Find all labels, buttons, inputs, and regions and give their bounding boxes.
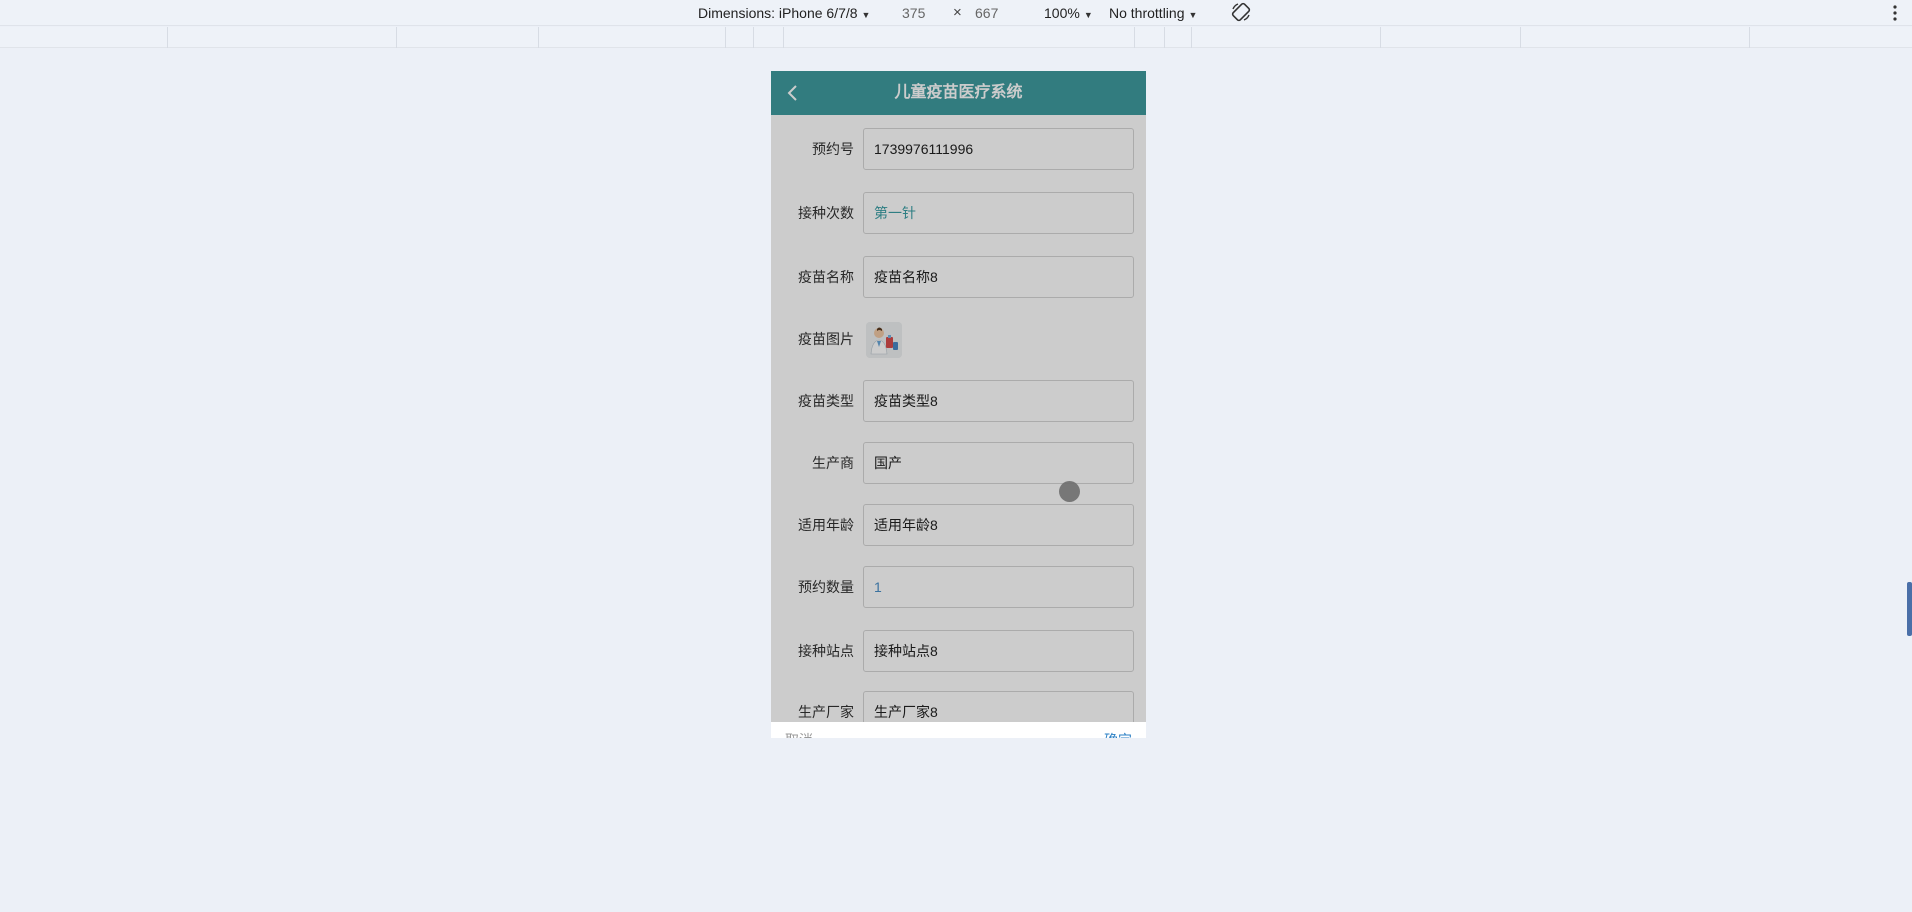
zoom-label: 100% bbox=[1044, 5, 1080, 21]
vaccine-image[interactable] bbox=[866, 322, 902, 358]
devtools-device-toolbar: Dimensions: iPhone 6/7/8 ▼ 375 × 667 100%… bbox=[0, 0, 1912, 26]
ruler-tick bbox=[1134, 27, 1135, 48]
app-header: 儿童疫苗医疗系统 bbox=[771, 71, 1146, 115]
ruler-tick bbox=[396, 27, 397, 48]
cancel-button[interactable]: 取消 bbox=[785, 730, 813, 738]
chevron-down-icon: ▼ bbox=[861, 10, 871, 20]
form-row-appointment-quantity: 预约数量 1 bbox=[771, 566, 1146, 608]
appointment-form: 预约号 1739976111996 接种次数 第一针 疫苗名称 疫苗名称8 疫苗… bbox=[771, 115, 1146, 733]
width-input[interactable]: 375 bbox=[902, 3, 925, 23]
ruler-tick bbox=[1164, 27, 1165, 48]
form-row-vaccination-site: 接种站点 接种站点8 bbox=[771, 630, 1146, 672]
field-label: 预约号 bbox=[812, 141, 854, 157]
confirm-button[interactable]: 确定 bbox=[1104, 730, 1132, 738]
vaccine-name-field[interactable]: 疫苗名称8 bbox=[863, 256, 1134, 298]
form-row-dose-number: 接种次数 第一针 bbox=[771, 192, 1146, 234]
times-icon: × bbox=[953, 4, 962, 21]
media-query-ruler bbox=[0, 27, 1912, 48]
device-selector-label: Dimensions: iPhone 6/7/8 bbox=[698, 5, 858, 21]
phone-viewport: 儿童疫苗医疗系统 预约号 1739976111996 接种次数 第一针 疫苗名称… bbox=[771, 71, 1146, 738]
ruler-tick bbox=[1191, 27, 1192, 48]
ruler-tick bbox=[725, 27, 726, 48]
back-arrow-icon[interactable] bbox=[783, 83, 803, 103]
field-label: 疫苗名称 bbox=[798, 269, 854, 285]
form-row-vaccine-image: 疫苗图片 bbox=[771, 318, 1146, 360]
appointment-no-field[interactable]: 1739976111996 bbox=[863, 128, 1134, 170]
touch-cursor-indicator bbox=[1059, 481, 1080, 502]
throttling-selector[interactable]: No throttling ▼ bbox=[1109, 3, 1197, 23]
ruler-tick bbox=[1380, 27, 1381, 48]
ruler-tick bbox=[783, 27, 784, 48]
appointment-quantity-input[interactable]: 1 bbox=[863, 566, 1134, 608]
height-input[interactable]: 667 bbox=[975, 3, 998, 23]
ruler-tick bbox=[167, 27, 168, 48]
field-label: 疫苗图片 bbox=[798, 331, 854, 347]
device-selector[interactable]: Dimensions: iPhone 6/7/8 ▼ bbox=[698, 3, 870, 23]
field-label: 预约数量 bbox=[798, 579, 854, 595]
manufacturer-origin-field[interactable]: 国产 bbox=[863, 442, 1134, 484]
ruler-tick bbox=[1520, 27, 1521, 48]
field-label: 接种次数 bbox=[798, 205, 854, 221]
rotate-icon[interactable] bbox=[1229, 0, 1253, 24]
form-row-manufacturer-origin: 生产商 国产 bbox=[771, 442, 1146, 484]
zoom-selector[interactable]: 100% ▼ bbox=[1044, 3, 1093, 23]
applicable-age-field[interactable]: 适用年龄8 bbox=[863, 504, 1134, 546]
form-row-vaccine-name: 疫苗名称 疫苗名称8 bbox=[771, 256, 1146, 298]
page-title: 儿童疫苗医疗系统 bbox=[894, 84, 1023, 101]
popup-footer: 取消 确定 bbox=[771, 722, 1146, 738]
more-options-icon[interactable] bbox=[1890, 2, 1900, 24]
form-row-vaccine-type: 疫苗类型 疫苗类型8 bbox=[771, 380, 1146, 422]
field-label: 生产商 bbox=[812, 455, 854, 471]
field-label: 接种站点 bbox=[798, 643, 854, 659]
ruler-tick bbox=[1749, 27, 1750, 48]
throttling-label: No throttling bbox=[1109, 5, 1185, 21]
form-row-appointment-no: 预约号 1739976111996 bbox=[771, 128, 1146, 170]
chevron-down-icon: ▼ bbox=[1188, 10, 1198, 20]
chevron-down-icon: ▼ bbox=[1083, 10, 1093, 20]
ruler-tick bbox=[538, 27, 539, 48]
vaccination-site-field[interactable]: 接种站点8 bbox=[863, 630, 1134, 672]
vaccine-type-field[interactable]: 疫苗类型8 bbox=[863, 380, 1134, 422]
scrollbar-handle[interactable] bbox=[1907, 582, 1912, 636]
dose-number-select[interactable]: 第一针 bbox=[863, 192, 1134, 234]
field-label: 适用年龄 bbox=[798, 517, 854, 533]
doctor-illustration-icon bbox=[866, 322, 902, 358]
form-row-applicable-age: 适用年龄 适用年龄8 bbox=[771, 504, 1146, 546]
field-label: 疫苗类型 bbox=[798, 393, 854, 409]
ruler-tick bbox=[753, 27, 754, 48]
